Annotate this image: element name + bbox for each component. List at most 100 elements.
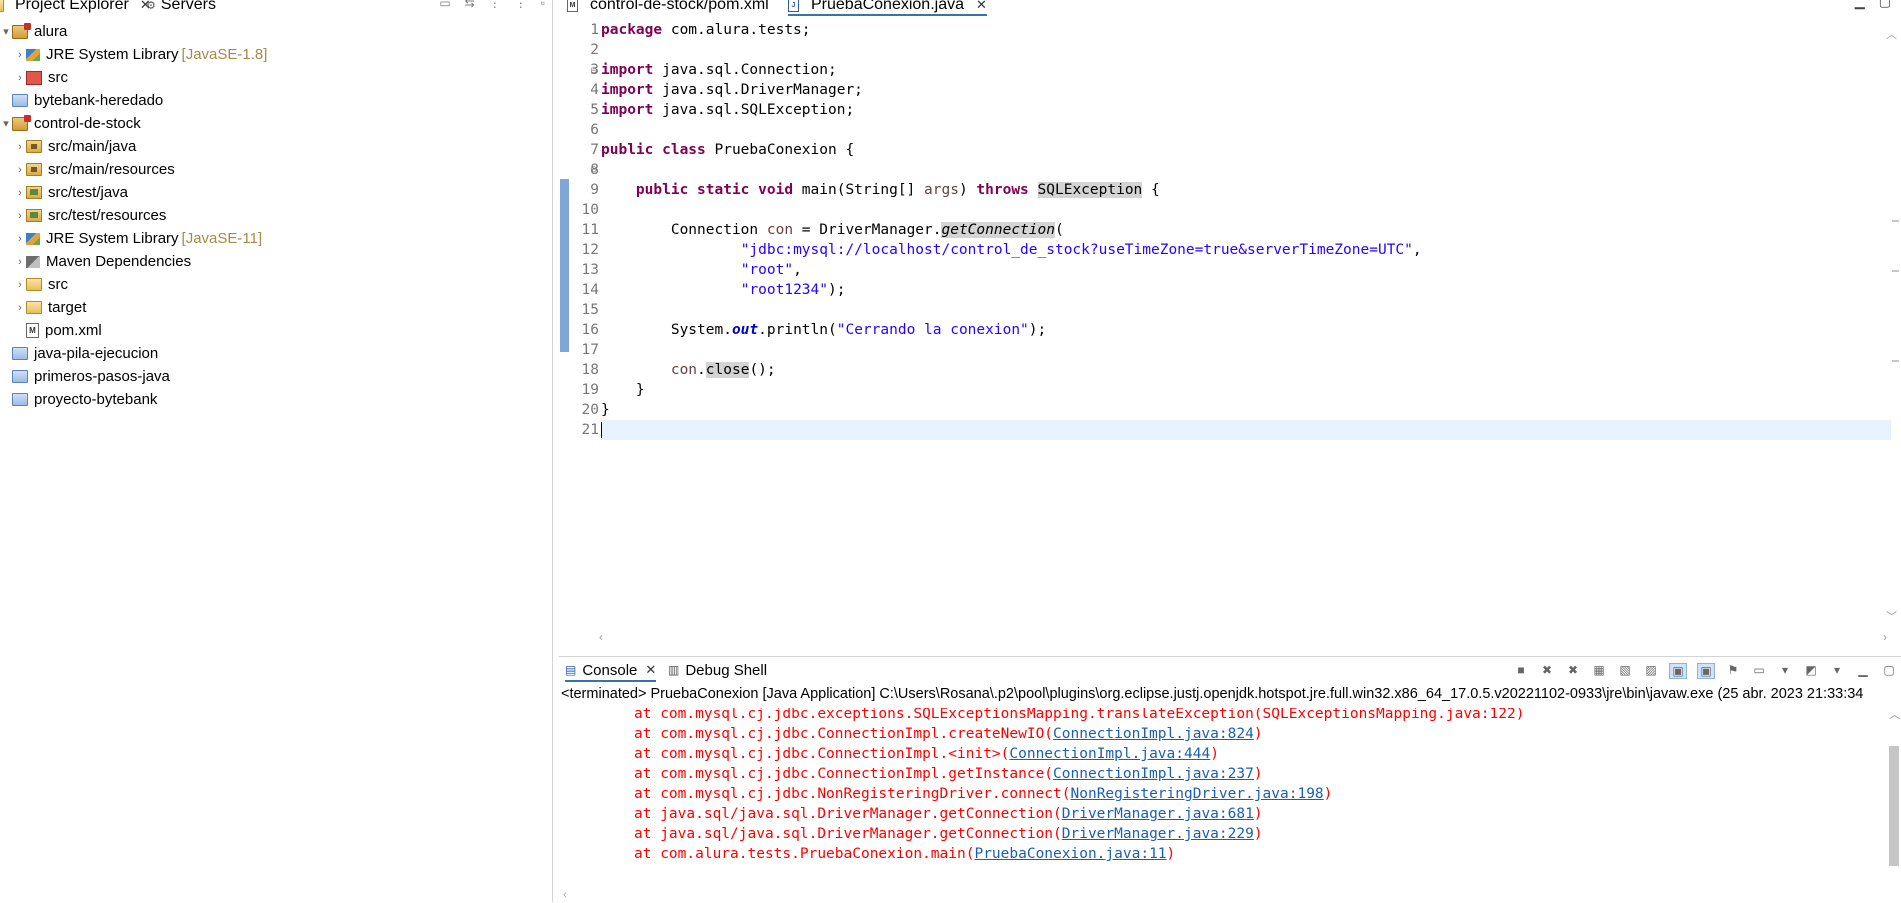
- scroll-down-icon[interactable]: ﹀: [1886, 608, 1897, 624]
- tree-item-target[interactable]: › target: [0, 296, 553, 319]
- minimize-icon[interactable]: ▁: [1855, 0, 1865, 10]
- source-link[interactable]: PruebaConexion.java:11: [974, 846, 1166, 862]
- overview-ruler-mark[interactable]: [1892, 270, 1899, 272]
- pin-console-icon[interactable]: ⚑: [1725, 663, 1741, 677]
- xml-file-icon: M: [567, 0, 578, 12]
- tree-item-java-pila-ejecucion[interactable]: java-pila-ejecucion: [0, 342, 553, 365]
- line-number: 16: [581, 322, 599, 338]
- test-folder-icon: [26, 186, 42, 199]
- project-icon: [12, 22, 31, 39]
- tree-item-primeros-pasos-java[interactable]: primeros-pasos-java: [0, 365, 553, 388]
- chevron-right-icon[interactable]: ›: [14, 187, 26, 199]
- tree-item-label: src/test/java: [48, 184, 129, 201]
- library-icon: [26, 232, 40, 245]
- maximize-icon[interactable]: ▢: [1879, 0, 1891, 10]
- scrollbar-thumb[interactable]: [1889, 746, 1899, 866]
- tree-item-src[interactable]: › src: [0, 66, 553, 89]
- chevron-right-icon[interactable]: ›: [14, 210, 26, 222]
- tree-item-version: [JavaSE-1.8]: [181, 46, 268, 63]
- word-wrap-icon[interactable]: ▨: [1643, 663, 1659, 677]
- show-on-stdout-icon[interactable]: ▣: [1669, 663, 1687, 679]
- tab-label: Servers: [160, 0, 216, 13]
- source-link[interactable]: DriverManager.java:229: [1062, 826, 1254, 842]
- scroll-lock-icon[interactable]: ▧: [1617, 663, 1633, 677]
- chevron-right-icon[interactable]: ›: [14, 49, 26, 61]
- remove-all-terminated-icon[interactable]: ✖: [1565, 663, 1581, 677]
- line-number: 6: [590, 122, 599, 138]
- stack-trace-line: at com.mysql.cj.jdbc.ConnectionImpl.getI…: [634, 764, 1263, 784]
- new-console-icon[interactable]: ◩: [1803, 663, 1819, 677]
- source-link[interactable]: NonRegisteringDriver.java:198: [1071, 786, 1324, 802]
- scroll-left-icon[interactable]: ‹: [599, 630, 603, 644]
- maximize-icon[interactable]: ▢: [1881, 663, 1897, 677]
- minimize-icon[interactable]: ▫: [541, 0, 545, 10]
- overview-ruler-mark[interactable]: [1892, 220, 1899, 222]
- tree-item-label: java-pila-ejecucion: [34, 345, 159, 362]
- tree-item-alura[interactable]: ▾ alura: [0, 20, 553, 43]
- tree-item-src-test-java[interactable]: › src/test/java: [0, 181, 553, 204]
- tree-item-proyecto-bytebank[interactable]: proyecto-bytebank: [0, 388, 553, 411]
- scroll-right-icon[interactable]: ›: [1883, 630, 1887, 644]
- view-menu-icon[interactable]: ▾: [1829, 663, 1845, 677]
- chevron-down-icon[interactable]: ▾: [0, 117, 12, 130]
- chevron-right-icon[interactable]: ›: [14, 233, 26, 245]
- close-icon[interactable]: ✕: [645, 662, 656, 678]
- chevron-right-icon[interactable]: ›: [14, 164, 26, 176]
- line-number: 17: [581, 342, 599, 358]
- tree-item-src-main-java[interactable]: › src/main/java: [0, 135, 553, 158]
- stack-trace-text: ): [1253, 766, 1263, 782]
- fold-toggle-icon[interactable]: ⊖: [590, 60, 600, 80]
- fold-toggle-icon[interactable]: ⊖: [590, 159, 600, 179]
- console-horizontal-scrollbar[interactable]: ‹: [559, 889, 1879, 903]
- tree-item-jre-system-library[interactable]: › JRE System Library [JavaSE-11]: [0, 227, 553, 250]
- overview-ruler-mark[interactable]: [1892, 360, 1899, 362]
- source-link[interactable]: ConnectionImpl.java:444: [1009, 746, 1210, 762]
- source-link[interactable]: DriverManager.java:681: [1062, 806, 1254, 822]
- editor-horizontal-scrollbar[interactable]: ‹ ›: [599, 630, 1901, 646]
- tab-console[interactable]: ▤ Console ✕: [565, 660, 657, 682]
- filter-icon[interactable]: ⋮: [489, 0, 501, 10]
- link-editor-icon[interactable]: ⇆: [465, 0, 475, 10]
- code-editor[interactable]: 1 2 3 4 5 6 7 8 9 10 11 12 13 14 15 16 17 18 19 20 21 ⊖ ⊖ pa…: [559, 20, 1901, 630]
- chevron-right-icon[interactable]: ›: [14, 279, 26, 291]
- chevron-right-icon[interactable]: ›: [14, 72, 26, 84]
- scroll-left-icon[interactable]: ‹: [563, 889, 567, 901]
- display-console-icon[interactable]: ▭: [1751, 663, 1767, 677]
- scroll-up-icon[interactable]: ︿: [1886, 26, 1897, 42]
- minimize-icon[interactable]: ▁: [1855, 663, 1871, 677]
- stack-trace-text: ): [1253, 726, 1263, 742]
- tab-debug-shell[interactable]: ▥ Debug Shell: [668, 660, 767, 680]
- remove-launch-icon[interactable]: ✖: [1539, 663, 1555, 677]
- console-output[interactable]: at com.mysql.cj.jdbc.exceptions.SQLExcep…: [559, 708, 1879, 888]
- tree-item-label: JRE System Library: [46, 230, 179, 247]
- chevron-down-icon[interactable]: ▾: [0, 25, 12, 38]
- tab-pom-xml[interactable]: M control-de-stock/pom.xml: [567, 0, 769, 14]
- scroll-up-icon[interactable]: ︿: [1889, 706, 1900, 722]
- source-link[interactable]: ConnectionImpl.java:237: [1053, 766, 1254, 782]
- console-vertical-scrollbar[interactable]: ︿: [1887, 708, 1901, 888]
- tree-item-maven-dependencies[interactable]: › Maven Dependencies: [0, 250, 553, 273]
- tree-item-jre-system-library[interactable]: › JRE System Library [JavaSE-1.8]: [0, 43, 553, 66]
- chevron-right-icon[interactable]: ›: [14, 141, 26, 153]
- close-icon[interactable]: ✕: [976, 0, 987, 13]
- folder-icon: [12, 393, 28, 406]
- tree-item-src[interactable]: › src: [0, 273, 553, 296]
- tree-item-src-test-resources[interactable]: › src/test/resources: [0, 204, 553, 227]
- tab-servers[interactable]: ⚙ Servers: [146, 0, 216, 14]
- show-on-stderr-icon[interactable]: ▣: [1697, 663, 1715, 679]
- chevron-right-icon[interactable]: ›: [14, 256, 26, 268]
- tab-project-explorer[interactable]: Project Explorer ✕: [0, 0, 151, 14]
- plain-folder-icon: [26, 278, 42, 291]
- view-menu-icon[interactable]: ⋮: [515, 0, 527, 10]
- tree-item-src-main-resources[interactable]: › src/main/resources: [0, 158, 553, 181]
- tree-item-bytebank-heredado[interactable]: bytebank-heredado: [0, 89, 553, 112]
- tree-item-pom-xml[interactable]: Mpom.xml: [0, 319, 553, 342]
- clear-console-icon[interactable]: ▦: [1591, 663, 1607, 677]
- tab-pruebaconexion-java[interactable]: J PruebaConexion.java ✕: [788, 0, 987, 16]
- open-console-icon[interactable]: ▾: [1777, 663, 1793, 677]
- terminate-icon[interactable]: ■: [1513, 663, 1529, 677]
- source-link[interactable]: ConnectionImpl.java:824: [1053, 726, 1254, 742]
- tree-item-control-de-stock[interactable]: ▾ control-de-stock: [0, 112, 553, 135]
- chevron-right-icon[interactable]: ›: [14, 302, 26, 314]
- collapse-all-icon[interactable]: ▭: [439, 0, 450, 10]
